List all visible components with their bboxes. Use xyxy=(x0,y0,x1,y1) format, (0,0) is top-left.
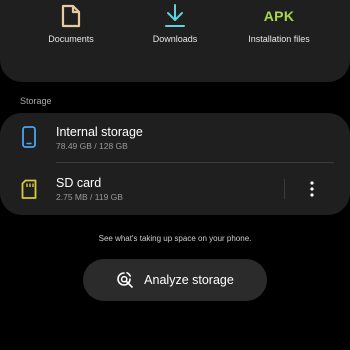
storage-item-title: Internal storage xyxy=(56,125,143,139)
apk-icon: APK xyxy=(263,8,295,24)
storage-item-sd-card[interactable]: SD card 2.75 MB / 119 GB xyxy=(0,164,350,214)
phone-icon xyxy=(20,126,38,148)
my-files-screen: Documents Downloads APK Installation fil… xyxy=(0,0,350,350)
more-vert-icon[interactable] xyxy=(300,177,324,201)
storage-card: Internal storage 78.49 GB / 128 GB SD ca… xyxy=(0,113,350,215)
sd-card-icon xyxy=(20,178,38,200)
storage-item-title: SD card xyxy=(56,176,102,190)
analyze-storage-button[interactable]: Analyze storage xyxy=(83,259,267,301)
divider xyxy=(284,179,285,199)
storage-item-internal[interactable]: Internal storage 78.49 GB / 128 GB xyxy=(0,113,350,163)
categories-card: Documents Downloads APK Installation fil… xyxy=(0,0,350,82)
category-documents[interactable]: Documents xyxy=(16,0,126,82)
storage-item-usage: 78.49 GB / 128 GB xyxy=(56,141,128,151)
storage-section-header: Storage xyxy=(20,96,52,106)
divider xyxy=(56,162,334,163)
storage-hint-text: See what's taking up space on your phone… xyxy=(98,234,252,243)
analyze-storage-label: Analyze storage xyxy=(144,273,234,287)
document-icon xyxy=(16,2,126,30)
category-downloads[interactable]: Downloads xyxy=(120,0,230,82)
category-label: Downloads xyxy=(152,34,198,44)
storage-item-usage: 2.75 MB / 119 GB xyxy=(56,192,123,202)
category-label: Installation files xyxy=(248,34,310,44)
analyze-storage-icon xyxy=(116,271,134,289)
category-installation-files[interactable]: APK Installation files xyxy=(224,0,334,82)
category-label: Documents xyxy=(48,34,94,44)
download-icon xyxy=(120,2,230,30)
